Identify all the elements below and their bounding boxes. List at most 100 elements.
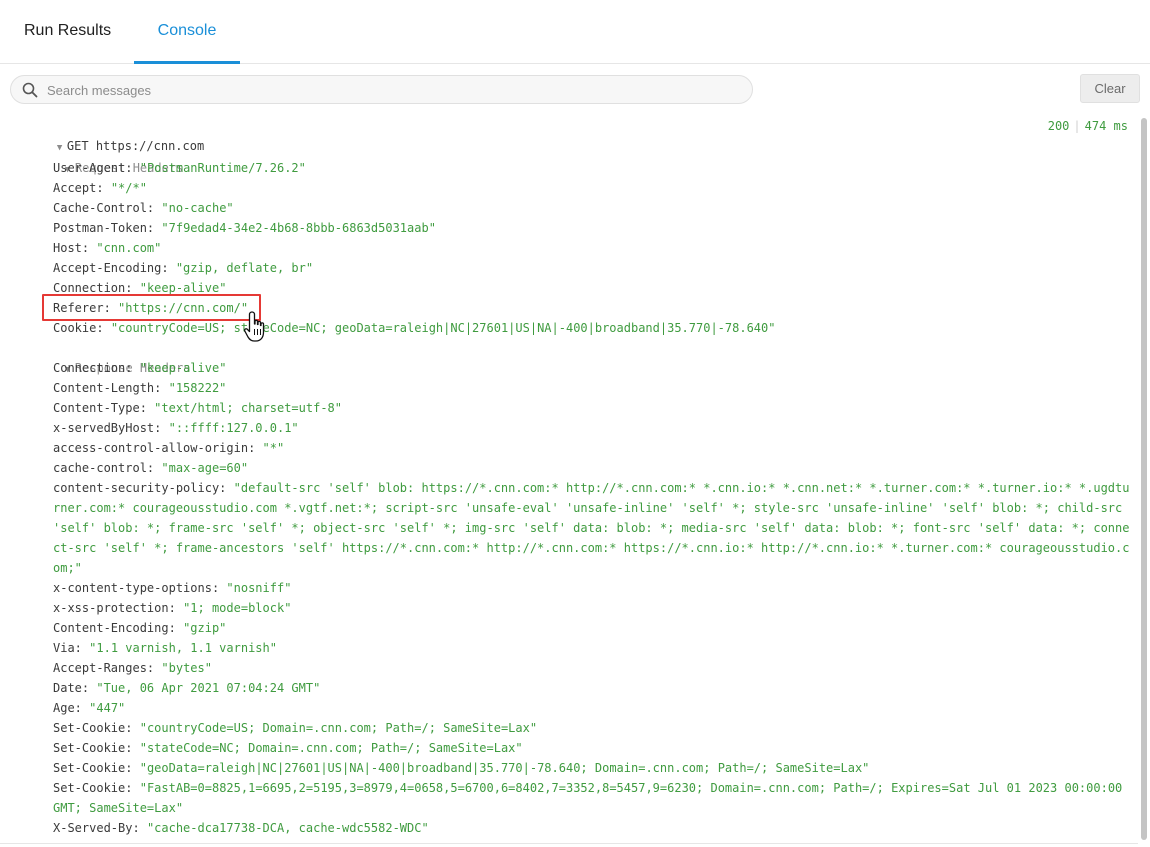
header-name: Accept-Encoding:	[53, 261, 169, 275]
header-value: "stateCode=NC; Domain=.cnn.com; Path=/; …	[139, 741, 523, 755]
header-name: x-content-type-options:	[53, 581, 220, 595]
header-row: Age: "447"	[53, 698, 125, 718]
header-name: x-servedByHost:	[53, 421, 162, 435]
console-log: ▼ GET https://cnn.com 200 | 474 ms ▼ Request…	[0, 116, 1138, 846]
header-name: Connection:	[53, 361, 133, 375]
header-value: "*/*"	[110, 181, 147, 195]
header-value: "nosniff"	[226, 581, 292, 595]
header-row: Set-Cookie: "stateCode=NC; Domain=.cnn.c…	[53, 738, 523, 758]
header-value-continuation: ct-src 'self' *; frame-ancestors 'self' …	[53, 541, 1130, 555]
header-value: "https://cnn.com/"	[118, 301, 249, 315]
header-value: "default-src 'self' blob: https://*.cnn.…	[233, 481, 1130, 495]
search-icon	[22, 82, 38, 98]
header-value: "max-age=60"	[161, 461, 249, 475]
tab-run-results[interactable]: Run Results	[24, 0, 111, 64]
header-name: X-Served-By:	[53, 821, 140, 835]
header-name: Age:	[53, 701, 82, 715]
header-name: Host:	[53, 241, 90, 255]
header-row: Via: "1.1 varnish, 1.1 varnish"	[53, 638, 277, 658]
header-value: "gzip"	[183, 621, 227, 635]
header-value: "bytes"	[161, 661, 212, 675]
header-value: "gzip, deflate, br"	[175, 261, 314, 275]
status-code: 200	[1047, 119, 1070, 133]
header-value: "keep-alive"	[139, 281, 227, 295]
header-name: Set-Cookie:	[53, 721, 133, 735]
header-name: cache-control:	[53, 461, 155, 475]
header-name: Connection:	[53, 281, 133, 295]
header-row: Content-Type: "text/html; charset=utf-8"	[53, 398, 342, 418]
header-value: "::ffff:127.0.0.1"	[168, 421, 299, 435]
header-value: "cnn.com"	[96, 241, 162, 255]
header-name: Referer:	[53, 301, 111, 315]
header-value-continuation: rner.com:* courageousstudio.com *.vgtf.n…	[53, 501, 1123, 515]
header-value: "cache-dca17738-DCA, cache-wdc5582-WDC"	[146, 821, 429, 835]
header-value-continuation: 'self' blob: *; frame-src 'self' *; obje…	[53, 521, 1130, 535]
header-row: Connection: "keep-alive"	[53, 358, 226, 378]
header-name: Set-Cookie:	[53, 741, 133, 755]
header-value-continuation: om;"	[53, 561, 82, 575]
header-name: Postman-Token:	[53, 221, 155, 235]
header-row: Referer: "https://cnn.com/"	[53, 298, 248, 318]
header-row: Accept: "*/*"	[53, 178, 147, 198]
tab-bar: Run Results Console	[0, 0, 1150, 64]
header-name: User-Agent:	[53, 161, 133, 175]
header-row: Accept-Ranges: "bytes"	[53, 658, 212, 678]
header-value: "*"	[262, 441, 285, 455]
header-value-continuation: GMT; SameSite=Lax"	[53, 801, 184, 815]
header-row: x-xss-protection: "1; mode=block"	[53, 598, 291, 618]
header-value: "no-cache"	[161, 201, 234, 215]
header-row: access-control-allow-origin: "*"	[53, 438, 284, 458]
tab-console[interactable]: Console	[134, 0, 240, 64]
clear-button[interactable]: Clear	[1080, 74, 1140, 103]
header-row: X-Served-By: "cache-dca17738-DCA, cache-…	[53, 818, 429, 838]
header-name: access-control-allow-origin:	[53, 441, 256, 455]
header-value: "countryCode=US; stateCode=NC; geoData=r…	[110, 321, 776, 335]
header-row: Accept-Encoding: "gzip, deflate, br"	[53, 258, 313, 278]
request-meta: 200 | 474 ms	[1048, 116, 1128, 136]
header-value: "1; mode=block"	[183, 601, 292, 615]
header-value: "Tue, 06 Apr 2021 07:04:24 GMT"	[96, 681, 321, 695]
response-headers-section[interactable]: ▼ Response Headers	[36, 338, 191, 375]
header-row: Cache-Control: "no-cache"	[53, 198, 234, 218]
header-value: "countryCode=US; Domain=.cnn.com; Path=/…	[139, 721, 538, 735]
header-name: Via:	[53, 641, 82, 655]
header-row: Cookie: "countryCode=US; stateCode=NC; g…	[53, 318, 775, 338]
header-row: x-content-type-options: "nosniff"	[53, 578, 291, 598]
header-row: Set-Cookie: "geoData=raleigh|NC|27601|US…	[53, 758, 869, 778]
request-headers-section[interactable]: ▼ Request Headers	[36, 138, 183, 175]
header-row: content-security-policy: "default-src 's…	[53, 478, 1129, 498]
search-input[interactable]	[47, 79, 737, 101]
header-row: x-servedByHost: "::ffff:127.0.0.1"	[53, 418, 299, 438]
header-row: User-Agent: "PostmanRuntime/7.26.2"	[53, 158, 306, 178]
header-name: Date:	[53, 681, 90, 695]
header-row: Set-Cookie: "FastAB=0=8825,1=6695,2=5195…	[53, 778, 1122, 798]
header-name: Accept:	[53, 181, 104, 195]
scrollbar-thumb[interactable]	[1141, 118, 1147, 840]
header-row: Host: "cnn.com"	[53, 238, 161, 258]
scrollbar[interactable]	[1140, 118, 1148, 840]
header-value: "PostmanRuntime/7.26.2"	[139, 161, 306, 175]
header-name: content-security-policy:	[53, 481, 227, 495]
header-value: "7f9edad4-34e2-4b68-8bbb-6863d5031aab"	[161, 221, 436, 235]
header-name: Set-Cookie:	[53, 781, 133, 795]
header-value: "keep-alive"	[139, 361, 227, 375]
search-bar	[10, 75, 753, 104]
header-row: Set-Cookie: "countryCode=US; Domain=.cnn…	[53, 718, 537, 738]
header-name: Accept-Ranges:	[53, 661, 155, 675]
header-name: Cache-Control:	[53, 201, 155, 215]
header-row: cache-control: "max-age=60"	[53, 458, 248, 478]
header-row: Content-Length: "158222"	[53, 378, 226, 398]
header-value: "geoData=raleigh|NC|27601|US|NA|-400|bro…	[139, 761, 870, 775]
header-row: Content-Encoding: "gzip"	[53, 618, 226, 638]
header-value: "FastAB=0=8825,1=6695,2=5195,3=8979,4=06…	[139, 781, 1123, 795]
header-row: Postman-Token: "7f9edad4-34e2-4b68-8bbb-…	[53, 218, 436, 238]
header-name: x-xss-protection:	[53, 601, 176, 615]
meta-divider: |	[1073, 119, 1081, 133]
header-name: Set-Cookie:	[53, 761, 133, 775]
request-row[interactable]: ▼ GET https://cnn.com	[28, 116, 204, 153]
bottom-divider	[0, 843, 1138, 844]
header-row: Connection: "keep-alive"	[53, 278, 226, 298]
response-time: 474 ms	[1084, 119, 1128, 133]
header-name: Content-Encoding:	[53, 621, 176, 635]
header-value: "text/html; charset=utf-8"	[154, 401, 342, 415]
